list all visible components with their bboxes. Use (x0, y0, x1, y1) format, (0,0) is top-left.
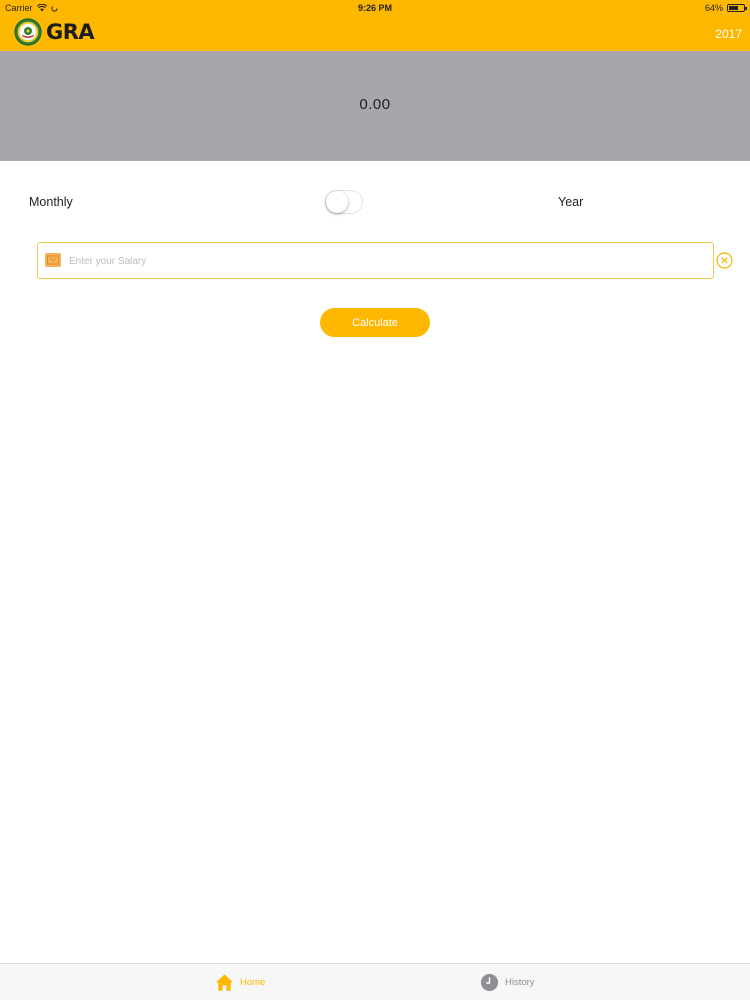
clear-icon[interactable] (716, 252, 733, 269)
tab-home-label: Home (240, 977, 266, 988)
battery-icon (727, 4, 747, 12)
tab-bar: Home History (0, 963, 750, 1000)
tab-history[interactable]: History (480, 973, 535, 992)
result-value: 0.00 (359, 96, 391, 113)
top-bar: Carrier 9:26 PM 64% GRA 2017 (0, 0, 750, 51)
calculate-button[interactable]: Calculate (320, 308, 430, 337)
clock-icon (480, 973, 499, 992)
battery-group: 64% (704, 3, 747, 13)
tab-home[interactable]: Home (215, 973, 265, 992)
status-bar: Carrier 9:26 PM 64% (0, 0, 750, 16)
salary-input[interactable] (69, 249, 689, 273)
status-time: 9:26 PM (357, 3, 392, 13)
app-screen: Carrier 9:26 PM 64% GRA 2017 0.00 Monthl… (0, 0, 750, 1000)
app-logo: GRA (14, 18, 95, 46)
home-icon (215, 974, 234, 991)
battery-percent: 64% (704, 3, 723, 13)
year-label: 2017 (715, 27, 742, 41)
logo-text: GRA (46, 20, 95, 44)
monthly-label: Monthly (29, 195, 73, 209)
tab-history-label: History (505, 977, 535, 988)
salary-field[interactable] (37, 242, 714, 279)
year-period-label: Year (558, 195, 584, 209)
result-panel: 0.00 (0, 51, 750, 161)
seal-icon (14, 18, 42, 46)
money-icon (45, 253, 61, 267)
period-toggle-switch[interactable] (325, 190, 363, 214)
toggle-knob (326, 191, 348, 213)
